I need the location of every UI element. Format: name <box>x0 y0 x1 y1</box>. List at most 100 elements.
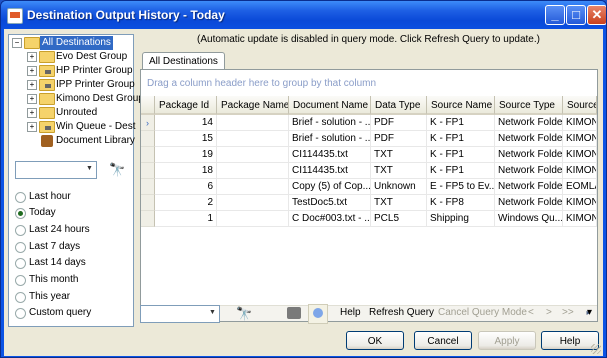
table-row[interactable]: › 14 Brief - solution - ... PDF K - FP1 … <box>141 115 597 131</box>
collapse-icon[interactable]: − <box>12 38 22 48</box>
cell-source-name: K - FP1 <box>427 131 495 147</box>
column-header-package-id[interactable]: Package Id <box>155 96 217 115</box>
cell-package-name <box>217 195 289 211</box>
tree-item-label: HP Printer Group <box>56 65 133 76</box>
expand-icon[interactable]: + <box>27 66 37 76</box>
help-icon[interactable] <box>308 304 328 324</box>
cell-data-type: Unknown <box>371 179 427 195</box>
tree-item-hp-printer-group[interactable]: + HP Printer Group <box>9 64 133 78</box>
destination-tree: − All Destinations + Evo Dest Group + HP… <box>9 35 144 153</box>
row-indicator <box>141 131 155 147</box>
radio-icon[interactable] <box>15 258 26 269</box>
printer-folder-icon <box>39 65 55 77</box>
help-link[interactable]: Help <box>340 307 361 318</box>
column-header-source-type[interactable]: Source Type <box>495 96 563 115</box>
column-header-document-name[interactable]: Document Name <box>289 96 371 115</box>
library-icon <box>41 135 53 147</box>
tree-item-win-queue-dest[interactable]: + Win Queue - Dest <box>9 120 135 134</box>
expand-icon[interactable]: + <box>27 108 37 118</box>
table-row[interactable]: 2 TestDoc5.txt TXT K - FP8 Network Folde… <box>141 195 597 211</box>
cancel-button[interactable]: Cancel <box>414 331 472 350</box>
row-indicator <box>141 195 155 211</box>
radio-icon[interactable] <box>15 292 26 303</box>
nav-last-button[interactable]: >> <box>562 307 574 318</box>
tab-all-destinations[interactable]: All Destinations <box>142 52 225 70</box>
expand-icon[interactable]: + <box>27 80 37 90</box>
cell-document-name: Copy (5) of Cop... <box>289 179 371 195</box>
cell-source-type: Network Folder <box>495 163 563 179</box>
folder-icon <box>39 93 55 105</box>
chevron-down-icon[interactable]: ▼ <box>207 307 218 319</box>
print-icon[interactable] <box>287 307 301 319</box>
radio-icon[interactable] <box>15 242 26 253</box>
chevron-down-icon[interactable]: ▼ <box>84 163 95 175</box>
tree-item-document-library[interactable]: Document Library <box>9 134 135 148</box>
cell-document-name: TestDoc5.txt <box>289 195 371 211</box>
tree-item-evo-dest-group[interactable]: + Evo Dest Group <box>9 50 131 64</box>
tree-item-label: Unrouted <box>56 107 98 118</box>
cell-document-name: Brief - solution - ... <box>289 115 371 131</box>
nav-prev-button[interactable]: < <box>528 307 534 318</box>
period-label: Custom query <box>29 307 92 318</box>
column-header-source-name[interactable]: Source Name <box>427 96 495 115</box>
radio-icon[interactable] <box>15 225 26 236</box>
column-header-source-s[interactable]: Source S <box>563 96 597 115</box>
tree-item-label: Document Library <box>56 135 135 146</box>
left-panel: − All Destinations + Evo Dest Group + HP… <box>8 34 144 327</box>
expand-icon[interactable]: + <box>27 52 37 62</box>
title-bar[interactable]: Destination Output History - Today _ □ ✕ <box>1 1 606 29</box>
cell-source-type: Network Folder <box>495 195 563 211</box>
table-row[interactable]: 1 C Doc#003.txt - ... PCL5 Shipping Wind… <box>141 211 597 227</box>
table-row[interactable]: 19 CI114435.txt TXT K - FP1 Network Fold… <box>141 147 597 163</box>
nav-more-button[interactable]: ▾ <box>587 307 592 318</box>
row-indicator <box>141 147 155 163</box>
cell-package-id: 2 <box>155 195 217 211</box>
find-icon[interactable]: 🔭 <box>236 306 252 322</box>
cell-source-s: KIMONO <box>563 115 597 131</box>
expand-icon[interactable]: + <box>27 122 37 132</box>
maximize-button[interactable]: □ <box>566 5 586 25</box>
tree-item-unrouted[interactable]: + Unrouted <box>9 106 131 120</box>
cell-document-name: Brief - solution - ... <box>289 131 371 147</box>
grid-search-input[interactable]: ▼ <box>140 305 220 323</box>
row-indicator <box>141 163 155 179</box>
column-header-data-type[interactable]: Data Type <box>371 96 427 115</box>
window-client: − All Destinations + Evo Dest Group + HP… <box>4 29 603 356</box>
tree-item-all-destinations[interactable]: − All Destinations <box>9 36 131 50</box>
period-label: Last 14 days <box>29 257 86 268</box>
close-button[interactable]: ✕ <box>587 5 606 25</box>
cell-package-id: 14 <box>155 115 217 131</box>
resize-grip[interactable] <box>591 344 601 354</box>
radio-icon[interactable] <box>15 275 26 286</box>
period-label: Last 7 days <box>29 241 81 252</box>
ok-button[interactable]: OK <box>346 331 404 350</box>
radio-icon[interactable] <box>15 192 26 203</box>
window-title: Destination Output History - Today <box>27 8 225 22</box>
cell-package-id: 19 <box>155 147 217 163</box>
cancel-query-mode-button[interactable]: Cancel Query Mode <box>438 307 527 318</box>
find-icon[interactable]: 🔭 <box>109 162 125 178</box>
period-label: Last 24 hours <box>29 224 90 235</box>
cell-document-name: C Doc#003.txt - ... <box>289 211 371 227</box>
refresh-query-button[interactable]: Refresh Query <box>369 307 434 318</box>
nav-next-button[interactable]: > <box>546 307 552 318</box>
table-row[interactable]: 18 CI114435.txt TXT K - FP1 Network Fold… <box>141 163 597 179</box>
row-indicator-header <box>141 96 155 115</box>
table-row[interactable]: 15 Brief - solution - ... PDF K - FP1 Ne… <box>141 131 597 147</box>
radio-icon[interactable] <box>15 308 26 319</box>
cell-package-id: 1 <box>155 211 217 227</box>
tree-item-label: Kimono Dest Group <box>56 93 144 104</box>
current-row-arrow-icon: › <box>141 115 155 131</box>
expand-icon[interactable]: + <box>27 94 37 104</box>
radio-selected-icon[interactable] <box>15 208 26 219</box>
table-row[interactable]: 6 Copy (5) of Cop... Unknown E - FP5 to … <box>141 179 597 195</box>
tree-item-ipp-printer-group[interactable]: + IPP Printer Group <box>9 78 135 92</box>
apply-button[interactable]: Apply <box>478 331 536 350</box>
tree-item-label: Win Queue - Dest <box>56 121 136 132</box>
tree-item-kimono-dest-group[interactable]: + Kimono Dest Group <box>9 92 144 106</box>
column-header-package-name[interactable]: Package Name <box>217 96 289 115</box>
minimize-button[interactable]: _ <box>545 5 565 25</box>
cell-data-type: TXT <box>371 163 427 179</box>
folder-icon <box>24 37 40 49</box>
tree-search-input[interactable]: ▼ <box>15 161 97 179</box>
